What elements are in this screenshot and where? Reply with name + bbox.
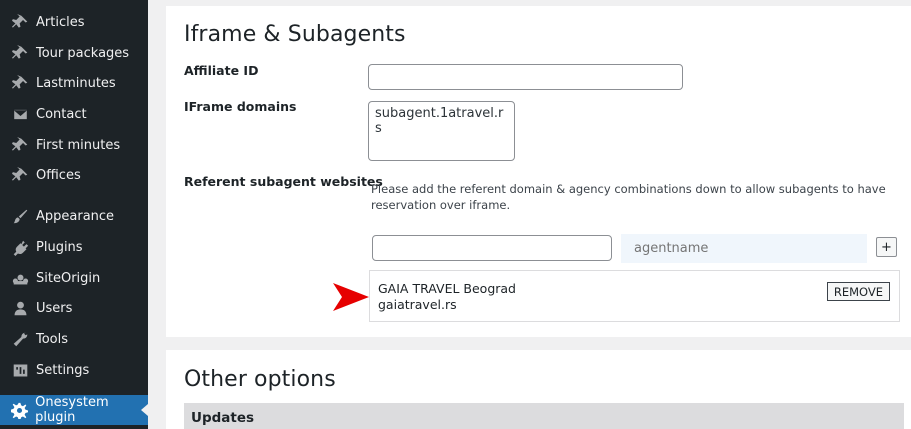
sidebar-item-settings[interactable]: Settings	[0, 355, 148, 385]
sidebar-item-label: Appearance	[36, 208, 115, 224]
sidebar-item-tools[interactable]: Tools	[0, 324, 148, 354]
sidebar-item-label: Contact	[36, 106, 87, 122]
iframe-subagents-panel: Iframe & Subagents Affiliate ID IFrame d…	[166, 6, 911, 337]
pin-icon	[10, 12, 30, 32]
sidebar-item-label: Settings	[36, 362, 90, 378]
sidebar-item-plugins[interactable]: Plugins	[0, 232, 148, 262]
sidebar-item-articles[interactable]: Articles	[0, 7, 148, 37]
pin-icon	[10, 165, 30, 185]
wrench-icon	[10, 329, 30, 349]
sidebar-item-label: Plugins	[36, 239, 83, 255]
sidebar-item-label: Users	[36, 300, 73, 316]
iframe-domains-label: IFrame domains	[184, 99, 297, 114]
add-referent-button[interactable]: +	[876, 237, 897, 257]
referent-entry: GAIA TRAVEL Beograd gaiatravel.rs REMOVE	[369, 270, 900, 322]
sidebar-item-contact[interactable]: Contact	[0, 99, 148, 129]
sidebar-item-label: Tour packages	[36, 45, 130, 61]
section-title: Iframe & Subagents	[184, 22, 406, 47]
agent-name-input[interactable]	[621, 234, 867, 263]
entry-domain: gaiatravel.rs	[378, 297, 457, 312]
sidebar-item-label: Tools	[36, 331, 69, 347]
affiliate-id-input[interactable]	[368, 64, 683, 90]
sidebar-item-first-minutes[interactable]: First minutes	[0, 130, 148, 160]
pin-icon	[10, 73, 30, 93]
other-options-panel: Other options Updates	[166, 350, 911, 429]
annotation-arrow-icon	[333, 283, 369, 311]
iframe-domains-textarea[interactable]: subagent.1atravel.rs	[368, 101, 515, 161]
referent-note: Please add the referent domain & agency …	[371, 182, 886, 212]
remove-entry-button[interactable]: REMOVE	[826, 282, 890, 301]
sidebar-item-offices[interactable]: Offices	[0, 160, 148, 190]
sidebar-item-siteorigin[interactable]: SiteOrigin	[0, 263, 148, 293]
sidebar-item-tour-packages[interactable]: Tour packages	[0, 38, 148, 68]
updates-label: Updates	[191, 410, 255, 426]
sidebar-item-label: First minutes	[36, 137, 121, 153]
section-title: Other options	[184, 367, 336, 392]
referent-websites-label: Referent subagent websites	[184, 174, 383, 189]
sidebar-item-label: Lastminutes	[36, 75, 116, 91]
settings-icon	[10, 360, 30, 380]
updates-section-header[interactable]: Updates	[184, 403, 904, 429]
brush-icon	[10, 206, 30, 226]
sidebar-item-lastminutes[interactable]: Lastminutes	[0, 68, 148, 98]
pin-icon	[10, 135, 30, 155]
siteorigin-icon	[10, 268, 30, 288]
sidebar-item-label: Articles	[36, 14, 85, 30]
affiliate-id-label: Affiliate ID	[184, 63, 259, 78]
pin-icon	[10, 43, 30, 63]
sidebar-item-onesystem-plugin[interactable]: Onesystem plugin	[0, 395, 148, 425]
current-page-indicator	[141, 404, 148, 416]
plug-icon	[10, 237, 30, 257]
envelope-icon	[10, 104, 30, 124]
entry-agency-name: GAIA TRAVEL Beograd	[378, 281, 516, 296]
gear-icon	[10, 400, 29, 420]
admin-sidebar: Articles Tour packages Lastminutes Conta…	[0, 0, 148, 429]
sidebar-item-label: Onesystem plugin	[35, 395, 109, 425]
referent-domain-input[interactable]	[372, 235, 612, 261]
sidebar-item-label: Offices	[36, 167, 81, 183]
sidebar-item-label: SiteOrigin	[36, 270, 101, 286]
sidebar-item-users[interactable]: Users	[0, 293, 148, 323]
sidebar-item-appearance[interactable]: Appearance	[0, 201, 148, 231]
user-icon	[10, 298, 30, 318]
